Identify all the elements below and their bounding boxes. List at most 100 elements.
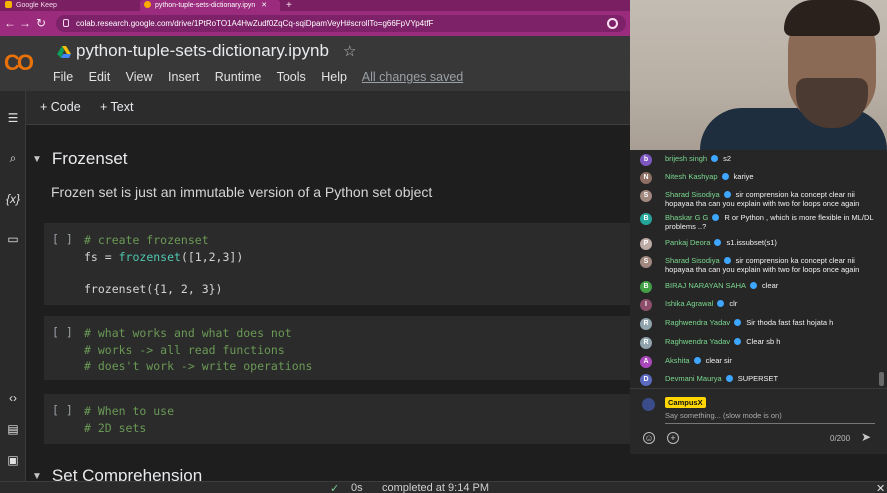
chat-message-text: kariye <box>733 172 754 181</box>
keep-icon <box>5 1 12 8</box>
chat-message-body: Raghwendra Yadav Clear sb h <box>665 337 875 346</box>
avatar: B <box>640 281 652 293</box>
verified-badge-icon <box>714 239 722 246</box>
menu-view[interactable]: View <box>126 70 153 84</box>
menu-insert[interactable]: Insert <box>168 70 199 84</box>
chat-message-text: clear sir <box>705 356 732 365</box>
chat-author-name[interactable]: Sharad Sisodiya <box>665 190 720 199</box>
menu-tools[interactable]: Tools <box>277 70 306 84</box>
add-code-button[interactable]: + Code <box>40 100 81 114</box>
collapse-chevron-icon[interactable]: ▼ <box>32 471 42 481</box>
section-heading-frozenset[interactable]: ▼ Frozenset <box>32 149 128 169</box>
verified-badge-icon <box>723 191 731 198</box>
reload-icon[interactable]: ↻ <box>36 16 46 30</box>
star-icon[interactable]: ☆ <box>343 42 356 60</box>
status-bar: ✓ 0s completed at 9:14 PM ✕ <box>0 481 887 493</box>
terminal-icon[interactable]: ▣ <box>0 453 26 467</box>
cell-output: frozenset({1, 2, 3}) <box>84 282 223 296</box>
chat-message-body: Nitesh Kashyap kariye <box>665 172 875 181</box>
search-icon[interactable]: ⌕ <box>0 151 26 166</box>
run-cell-button[interactable]: [ ] <box>52 325 73 339</box>
section-heading-set-comprehension[interactable]: ▼ Set Comprehension <box>32 466 202 481</box>
verified-badge-icon <box>717 300 725 307</box>
add-text-button[interactable]: + Text <box>100 100 133 114</box>
chat-message-body: brijesh singh s2 <box>665 154 875 163</box>
menu-bar: File Edit View Insert Runtime Tools Help… <box>53 70 475 84</box>
command-palette-icon[interactable]: ▤ <box>0 422 26 436</box>
menu-help[interactable]: Help <box>321 70 347 84</box>
chat-input[interactable]: Say something... (slow mode is on) <box>665 411 875 424</box>
notebook-toolbar: + Code + Text <box>26 91 630 125</box>
code-cell[interactable]: [ ] # create frozenset fs = frozenset([1… <box>44 223 630 305</box>
cell-code[interactable]: # create frozenset fs = frozenset([1,2,3… <box>84 232 243 265</box>
collapse-chevron-icon[interactable]: ▼ <box>32 154 42 165</box>
super-chat-icon[interactable]: + <box>667 432 679 444</box>
chat-author-name[interactable]: Ishika Agrawal <box>665 299 713 308</box>
chat-scrollbar[interactable] <box>879 372 884 386</box>
tab-colab-notebook[interactable]: python-tuple-sets-dictionary.ipyn ✕ <box>140 0 280 11</box>
emoji-icon[interactable]: ☺ <box>643 432 655 444</box>
colab-logo[interactable]: CO <box>4 50 34 76</box>
save-status-link[interactable]: All changes saved <box>362 70 463 84</box>
code-cell[interactable]: [ ] # what works and what does not # wor… <box>44 316 630 380</box>
forward-icon[interactable]: → <box>19 16 31 30</box>
cell-code[interactable]: # what works and what does not # works -… <box>84 325 312 375</box>
chat-message-body: BIRAJ NARAYAN SAHA clear <box>665 281 875 290</box>
chat-author-name[interactable]: Akshita <box>665 356 690 365</box>
menu-edit[interactable]: Edit <box>89 70 111 84</box>
avatar: P <box>640 238 652 250</box>
chat-author-name[interactable]: brijesh singh <box>665 154 707 163</box>
completion-status: completed at 9:14 PM <box>382 482 490 493</box>
new-tab-button[interactable]: + <box>286 0 292 11</box>
notebook-title[interactable]: python-tuple-sets-dictionary.ipynb <box>76 41 329 61</box>
chat-message-text: s1.issubset(s1) <box>726 238 777 247</box>
url-bar[interactable]: colab.research.google.com/drive/1PtRoTO1… <box>56 15 626 32</box>
avatar: I <box>640 299 652 311</box>
url-text: colab.research.google.com/drive/1PtRoTO1… <box>76 19 434 28</box>
avatar: S <box>640 256 652 268</box>
chat-author-name[interactable]: Sharad Sisodiya <box>665 256 720 265</box>
table-of-contents-icon[interactable]: ☰ <box>0 111 26 125</box>
google-icon[interactable] <box>607 18 618 29</box>
menu-file[interactable]: File <box>53 70 73 84</box>
avatar: R <box>640 318 652 330</box>
chat-author-name[interactable]: Raghwendra Yadav <box>665 318 730 327</box>
chat-username: CampusX <box>665 397 706 408</box>
check-icon: ✓ <box>330 483 340 493</box>
chat-message-body: Bhaskar G GR or Python , which is more f… <box>665 213 875 231</box>
back-icon[interactable]: ← <box>4 16 16 30</box>
chat-author-name[interactable]: BIRAJ NARAYAN SAHA <box>665 281 746 290</box>
chat-message-text: s2 <box>723 154 732 163</box>
chat-message-text: clear <box>762 281 779 290</box>
code-cell[interactable]: [ ] # When to use # 2D sets <box>44 394 630 444</box>
variables-icon[interactable]: {x} <box>0 192 26 206</box>
chat-message-body: Akshita clear sir <box>665 356 875 365</box>
chat-author-name[interactable]: Pankaj Deora <box>665 238 710 247</box>
run-cell-button[interactable]: [ ] <box>52 403 73 417</box>
chat-author-name[interactable]: Raghwendra Yadav <box>665 337 730 346</box>
chat-author-name[interactable]: Bhaskar G G <box>665 213 708 222</box>
close-status-icon[interactable]: ✕ <box>876 482 885 493</box>
avatar: R <box>640 337 652 349</box>
verified-badge-icon <box>750 282 757 289</box>
run-cell-button[interactable]: [ ] <box>52 232 73 246</box>
files-icon[interactable]: ▭ <box>0 232 26 246</box>
verified-badge-icon <box>725 375 733 382</box>
chat-message-text: SUPERSET <box>737 374 779 383</box>
verified-badge-icon <box>721 173 729 180</box>
left-sidebar: ☰ ⌕ {x} ▭ ‹› ▤ ▣ <box>0 91 26 481</box>
menu-runtime[interactable]: Runtime <box>215 70 262 84</box>
chat-message-body: Sharad Sisodiya sir comprension ka concep… <box>665 256 875 274</box>
google-drive-icon <box>57 46 71 58</box>
avatar: A <box>640 356 652 368</box>
section-description: Frozen set is just an immutable version … <box>51 184 433 200</box>
chat-author-name[interactable]: Nitesh Kashyap <box>665 172 718 181</box>
chat-author-name[interactable]: Devmani Maurya <box>665 374 722 383</box>
send-icon[interactable]: ➤ <box>861 430 871 444</box>
close-tab-icon[interactable]: ✕ <box>261 2 267 9</box>
tab-google-keep[interactable]: Google Keep <box>2 0 132 11</box>
cell-code[interactable]: # When to use # 2D sets <box>84 403 174 436</box>
chat-message-body: Raghwendra Yadav Sir thoda fast fast hoja… <box>665 318 875 327</box>
code-snippets-icon[interactable]: ‹› <box>0 391 26 405</box>
presenter-hair <box>784 0 880 36</box>
